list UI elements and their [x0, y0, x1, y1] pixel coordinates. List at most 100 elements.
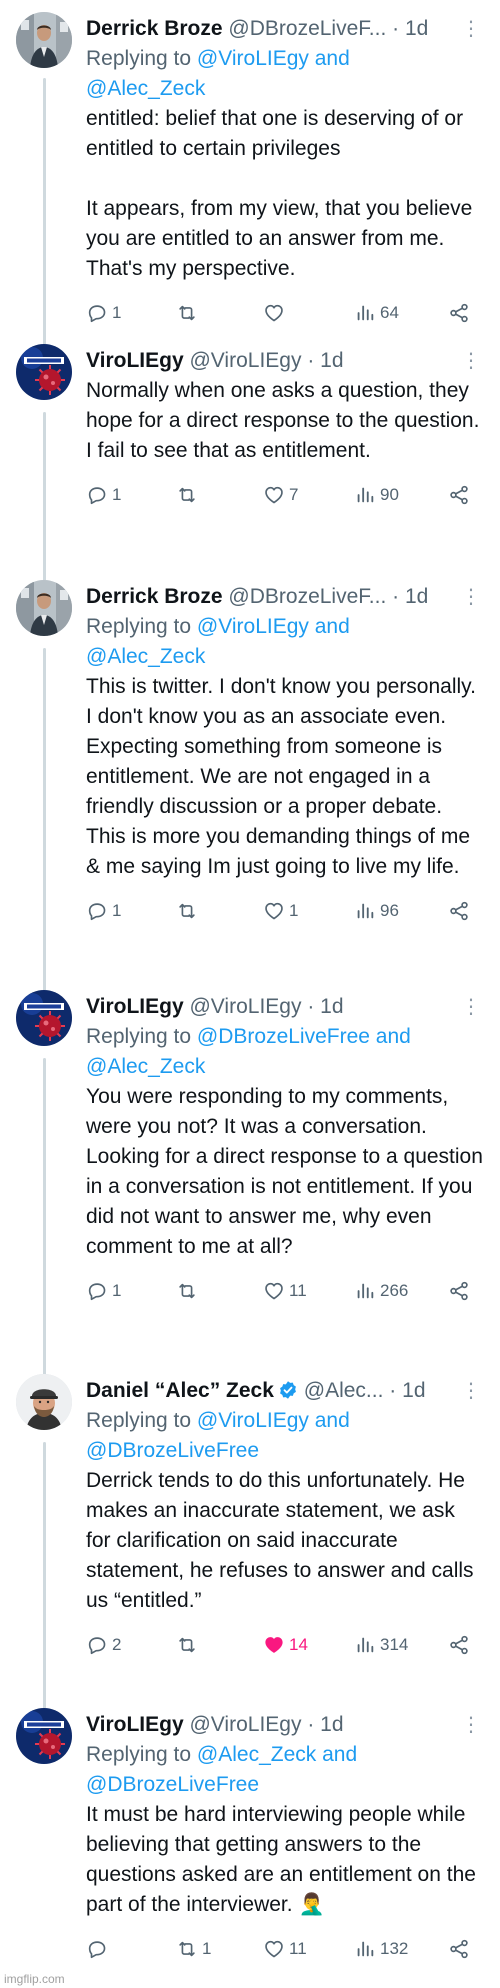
more-options-icon[interactable]: ⋮ [461, 582, 481, 612]
views-button[interactable]: 96 [354, 900, 448, 922]
display-name[interactable]: Daniel “Alec” Zeck [86, 1379, 274, 1402]
retweet-icon [176, 1634, 198, 1656]
virology-avatar [16, 990, 72, 1046]
timestamp[interactable]: 1d [320, 1713, 343, 1736]
reply-mention-link[interactable]: @DBrozeLiveFree and [197, 1025, 411, 1048]
display-name[interactable]: ViroLIEgy [86, 995, 184, 1018]
reply-mention-link[interactable]: @ViroLIEgy and [197, 47, 350, 70]
views-button[interactable]: 132 [354, 1938, 448, 1960]
avatar[interactable] [16, 990, 72, 1046]
avatar[interactable] [16, 344, 72, 400]
derrick-avatar [16, 12, 72, 68]
more-options-icon[interactable]: ⋮ [461, 346, 481, 376]
tweet-text: Normally when one asks a question, they … [86, 376, 484, 466]
handle[interactable]: @DBrozeLiveF... [228, 585, 386, 608]
views-button[interactable]: 90 [354, 484, 448, 506]
views-icon [354, 484, 376, 506]
replying-to-label: Replying to [86, 47, 197, 70]
more-options-icon[interactable]: ⋮ [461, 1376, 481, 1406]
like-button[interactable]: 11 [263, 1280, 354, 1302]
more-options-icon[interactable]: ⋮ [461, 992, 481, 1022]
like-button[interactable] [263, 302, 354, 324]
timestamp[interactable]: 1d [320, 995, 343, 1018]
reply-button[interactable]: 2 [86, 1634, 176, 1656]
timestamp[interactable]: 1d [402, 1379, 425, 1402]
reply-mention-link[interactable]: @DBrozeLiveFree [86, 1773, 259, 1796]
action-bar: 1 11 132 [86, 1934, 484, 1964]
reply-button[interactable] [86, 1938, 176, 1960]
views-button[interactable]: 314 [354, 1634, 448, 1656]
retweet-button[interactable] [176, 1634, 263, 1656]
share-button[interactable] [448, 1280, 478, 1302]
share-button[interactable] [448, 302, 478, 324]
reply-button[interactable]: 1 [86, 900, 176, 922]
replying-to: Replying to @Alec_Zeck and @DBrozeLiveFr… [86, 1740, 484, 1800]
views-icon [354, 1280, 376, 1302]
more-options-icon[interactable]: ⋮ [461, 14, 481, 44]
heart-icon [263, 302, 285, 324]
reply-mention-link[interactable]: @Alec_Zeck and [197, 1743, 357, 1766]
timestamp[interactable]: 1d [405, 17, 428, 40]
share-button[interactable] [448, 1634, 478, 1656]
more-options-icon[interactable]: ⋮ [461, 1710, 481, 1740]
like-count: 1 [289, 901, 299, 920]
action-bar: 1 7 90 [86, 480, 484, 510]
reply-button[interactable]: 1 [86, 302, 176, 324]
like-button[interactable]: 11 [263, 1938, 354, 1960]
handle[interactable]: @ViroLIEgy [189, 995, 301, 1018]
retweet-button[interactable]: 1 [176, 1938, 263, 1960]
share-button[interactable] [448, 484, 478, 506]
reply-mention-link[interactable]: @Alec_Zeck [86, 645, 205, 668]
tweet-header: ViroLIEgy @ViroLIEgy · 1d ⋮ [86, 346, 484, 376]
retweet-button[interactable] [176, 900, 263, 922]
share-button[interactable] [448, 1938, 478, 1960]
retweet-button[interactable] [176, 484, 263, 506]
reply-icon [86, 302, 108, 324]
retweet-button[interactable] [176, 302, 263, 324]
handle[interactable]: @ViroLIEgy [189, 1713, 301, 1736]
display-name[interactable]: Derrick Broze [86, 17, 223, 40]
views-icon [354, 302, 376, 324]
reply-mention-link[interactable]: @DBrozeLiveFree [86, 1439, 259, 1462]
reply-button[interactable]: 1 [86, 1280, 176, 1302]
timestamp[interactable]: 1d [405, 585, 428, 608]
share-button[interactable] [448, 900, 478, 922]
tweet-text-paragraph: Derrick tends to do this unfortunately. … [86, 1469, 474, 1612]
like-button[interactable]: 7 [263, 484, 354, 506]
avatar[interactable] [16, 12, 72, 68]
handle[interactable]: @ViroLIEgy [189, 349, 301, 372]
like-button[interactable]: 1 [263, 900, 354, 922]
verified-badge-icon [278, 1380, 298, 1400]
replying-to-label: Replying to [86, 1743, 197, 1766]
display-name[interactable]: ViroLIEgy [86, 349, 184, 372]
avatar[interactable] [16, 1708, 72, 1764]
like-count: 7 [289, 485, 299, 504]
like-button[interactable]: 14 [263, 1634, 354, 1656]
display-name[interactable]: Derrick Broze [86, 585, 223, 608]
like-count: 11 [289, 1281, 307, 1300]
reply-mention-link[interactable]: @ViroLIEgy and [197, 1409, 350, 1432]
tweet-text-paragraph: Normally when one asks a question, they … [86, 379, 480, 462]
avatar[interactable] [16, 580, 72, 636]
handle[interactable]: @Alec... [304, 1379, 384, 1402]
display-name[interactable]: ViroLIEgy [86, 1713, 184, 1736]
reply-mention-link[interactable]: @ViroLIEgy and [197, 615, 350, 638]
like-count: 11 [289, 1939, 307, 1958]
views-button[interactable]: 64 [354, 302, 448, 324]
timestamp[interactable]: 1d [320, 349, 343, 372]
retweet-button[interactable] [176, 1280, 263, 1302]
reply-mention-link[interactable]: @Alec_Zeck [86, 1055, 205, 1078]
virology-avatar [16, 1708, 72, 1764]
reply-count: 2 [112, 1635, 122, 1654]
action-bar: 1 64 [86, 298, 484, 328]
reply-button[interactable]: 1 [86, 484, 176, 506]
heart-icon [263, 1280, 285, 1302]
separator: · [392, 17, 400, 40]
tweet-text-paragraph: It appears, from my view, that you belie… [86, 197, 473, 280]
reply-count: 1 [112, 1281, 122, 1300]
replying-to-label: Replying to [86, 1409, 197, 1432]
handle[interactable]: @DBrozeLiveF... [228, 17, 386, 40]
views-button[interactable]: 266 [354, 1280, 448, 1302]
reply-mention-link[interactable]: @Alec_Zeck [86, 77, 205, 100]
avatar[interactable] [16, 1374, 72, 1430]
